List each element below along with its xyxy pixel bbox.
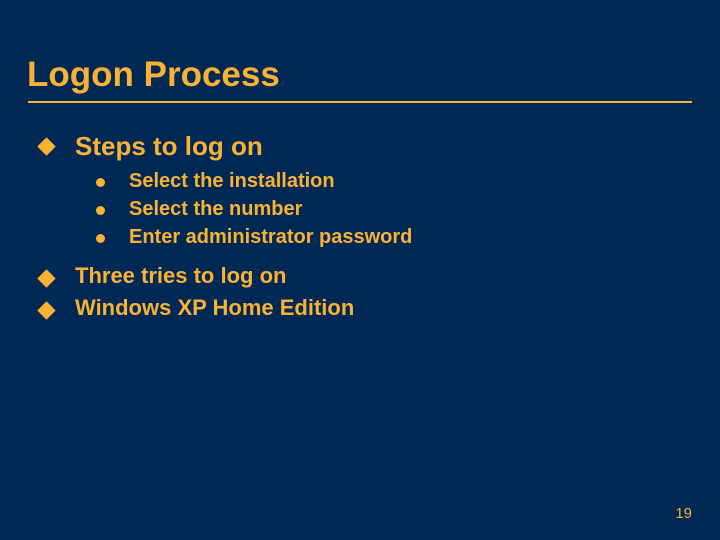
bullet-item: Windows XP Home Edition (40, 295, 720, 321)
slide-title: Logon Process (0, 0, 720, 101)
bullet-text: Three tries to log on (75, 263, 286, 289)
bullet-item: Steps to log on (40, 131, 720, 162)
diamond-bullet-icon (37, 269, 55, 287)
bullet-text: Steps to log on (75, 131, 263, 162)
slide: Logon Process Steps to log on Select the… (0, 0, 720, 540)
dot-bullet-icon (96, 206, 105, 215)
page-number: 19 (675, 505, 692, 522)
sub-bullet-item: Select the number (96, 198, 720, 221)
bullet-item: Three tries to log on (40, 263, 720, 289)
diamond-bullet-icon (37, 301, 55, 319)
sub-bullet-item: Enter administrator password (96, 226, 720, 249)
dot-bullet-icon (96, 234, 105, 243)
sub-bullet-list: Select the installation Select the numbe… (40, 170, 720, 249)
diamond-bullet-icon (37, 137, 55, 155)
sub-bullet-text: Enter administrator password (129, 226, 412, 249)
slide-content: Steps to log on Select the installation … (0, 131, 720, 321)
title-underline (28, 101, 692, 103)
sub-bullet-text: Select the installation (129, 170, 335, 193)
dot-bullet-icon (96, 178, 105, 187)
sub-bullet-text: Select the number (129, 198, 302, 221)
sub-bullet-item: Select the installation (96, 170, 720, 193)
bullet-text: Windows XP Home Edition (75, 295, 354, 321)
